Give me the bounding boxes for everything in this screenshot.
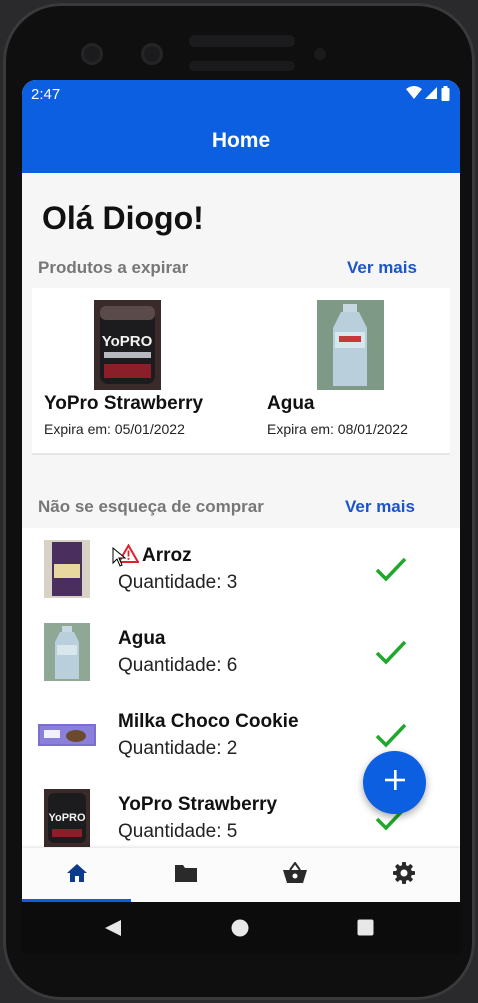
nav-folder[interactable] (131, 848, 240, 902)
status-bar: 2:47 (22, 80, 460, 108)
system-navigation-bar (22, 902, 460, 954)
shopping-item-quantity: Quantidade: 3 (118, 572, 238, 593)
nav-home[interactable] (22, 848, 131, 902)
water-bottle-image (44, 623, 90, 686)
check-icon[interactable] (374, 639, 408, 672)
expiring-product-date: Expira em: 08/01/2022 (267, 421, 408, 437)
rice-product-image (44, 540, 90, 603)
check-icon[interactable] (374, 722, 408, 755)
basket-icon (282, 860, 308, 889)
home-circle-icon[interactable] (231, 919, 249, 942)
list-item[interactable]: Arroz Quantidade: 3 (22, 528, 460, 611)
expiring-product-name: Agua (267, 393, 315, 414)
milka-product-image (38, 724, 96, 751)
app-screen: 2:47 Home Olá Diogo! Produtos a expirar … (22, 80, 460, 902)
signal-icon (425, 86, 438, 106)
yopro-product-image: YoPRO (44, 789, 90, 852)
front-camera-secondary (141, 43, 163, 65)
shopping-section-title: Não se esqueça de comprar (38, 497, 264, 516)
proximity-sensor (314, 48, 326, 60)
back-icon[interactable] (104, 919, 122, 942)
check-icon[interactable] (374, 556, 408, 589)
settings-icon (392, 861, 416, 890)
shopping-item-quantity: Quantidade: 5 (118, 821, 238, 842)
recents-icon[interactable] (357, 919, 374, 941)
greeting-text: Olá Diogo! (42, 200, 204, 236)
status-time: 2:47 (31, 86, 61, 103)
earpiece-speaker (189, 35, 295, 47)
home-icon (66, 863, 88, 888)
nav-basket[interactable] (240, 848, 349, 902)
plus-icon (384, 769, 406, 796)
list-item[interactable]: Agua Quantidade: 6 (22, 611, 460, 694)
shopping-item-quantity: Quantidade: 2 (118, 738, 238, 759)
shopping-see-more-link[interactable]: Ver mais (345, 497, 415, 517)
shopping-item-name: Milka Choco Cookie (118, 711, 299, 732)
bottom-navigation (22, 848, 460, 902)
folder-icon (174, 863, 198, 888)
svg-text:YoPRO: YoPRO (102, 333, 153, 350)
page-title: Home (211, 129, 271, 152)
expiring-product-name: YoPro Strawberry (44, 393, 204, 414)
shopping-item-name: Arroz (142, 545, 192, 566)
expiring-see-more-link[interactable]: Ver mais (347, 258, 417, 278)
expiring-section-title: Produtos a expirar (38, 258, 189, 277)
yopro-product-image: YoPRO (94, 300, 161, 395)
speaker-grille (189, 61, 295, 71)
app-bar: Home (22, 108, 460, 173)
add-item-button[interactable] (363, 751, 426, 814)
mouse-cursor-icon (112, 546, 127, 572)
expiring-product-card[interactable]: Agua Expira em: 08/01/2022 (255, 288, 455, 453)
battery-icon (441, 86, 450, 106)
expiring-product-date: Expira em: 05/01/2022 (44, 421, 185, 437)
svg-text:YoPRO: YoPRO (48, 812, 86, 824)
expiring-product-card[interactable]: YoPRO YoPro Strawberry Expira em: 05/01/… (32, 288, 232, 453)
water-bottle-image (317, 300, 384, 395)
shopping-item-name: YoPro Strawberry (118, 794, 278, 815)
expiring-products-list: YoPRO YoPro Strawberry Expira em: 05/01/… (32, 288, 450, 455)
shopping-item-quantity: Quantidade: 6 (118, 655, 238, 676)
wifi-icon (406, 86, 422, 106)
front-camera (81, 43, 103, 65)
nav-settings[interactable] (349, 848, 458, 902)
shopping-item-name: Agua (118, 628, 166, 649)
